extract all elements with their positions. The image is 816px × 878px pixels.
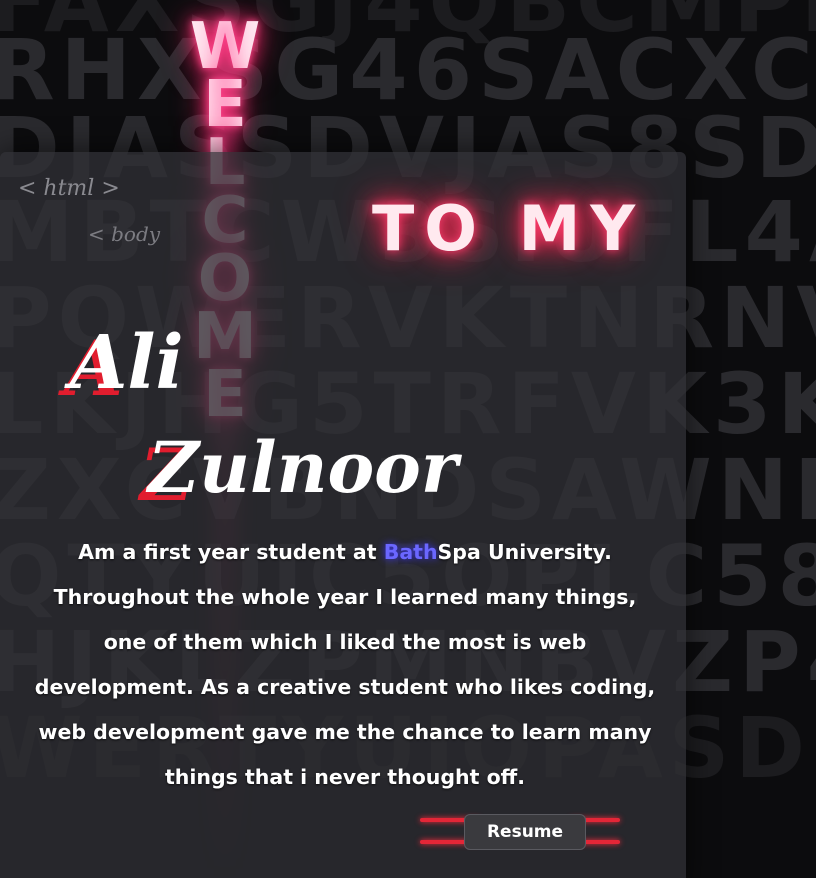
first-name: Ali [70, 320, 184, 406]
bio-bath-highlight: Bath [383, 540, 438, 564]
resume-button[interactable]: Resume [464, 814, 586, 850]
bio-paragraph: Am a first year student at BathSpa Unive… [30, 530, 660, 800]
last-name: Zulnoor [148, 426, 458, 509]
bio-text-rest: Spa University. Throughout the whole yea… [34, 540, 656, 789]
bio-text-start: Am a first year student at [78, 540, 384, 564]
to-my-neon-heading: TO MY [372, 192, 646, 265]
resume-button-group: Resume [420, 808, 620, 854]
html-tag-decoration: < html > [18, 176, 120, 201]
body-tag-decoration: < body [88, 222, 161, 246]
